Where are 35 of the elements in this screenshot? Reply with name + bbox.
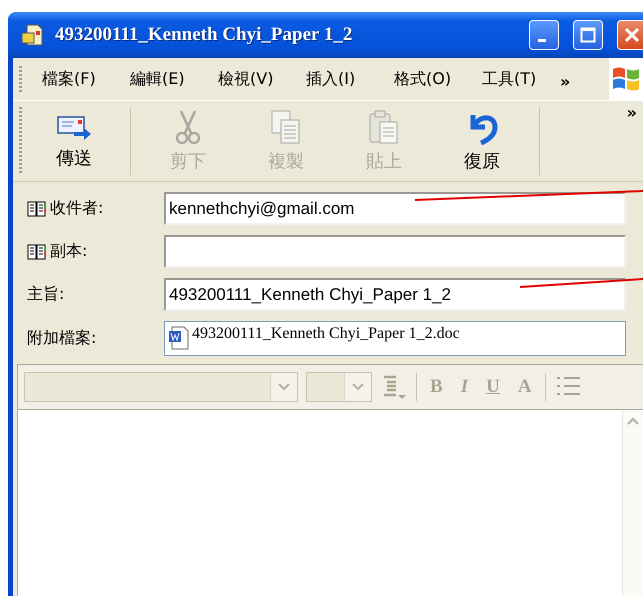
menu-item[interactable]: 編輯(E) <box>120 68 208 90</box>
close-icon <box>624 27 640 43</box>
field-label: 收件者: <box>50 198 104 219</box>
address-field[interactable]: kennethchyi@gmail.com <box>164 192 626 225</box>
maximize-icon <box>580 27 596 43</box>
address-book-icon[interactable] <box>27 200 47 218</box>
close-button[interactable] <box>617 20 643 50</box>
menu-item[interactable]: 格式(O) <box>384 68 472 90</box>
menu-overflow-chevron[interactable]: » <box>560 72 570 90</box>
toolbar-overflow-chevron[interactable]: » <box>620 103 643 181</box>
size-dropdown[interactable] <box>306 372 372 402</box>
maximize-button[interactable] <box>573 20 603 50</box>
window-title: 493200111_Kenneth Chyi_Paper 1_2 <box>55 24 354 46</box>
menu-item[interactable]: 插入(I) <box>296 68 384 90</box>
address-book-icon[interactable] <box>27 242 47 260</box>
clipboard-icon <box>368 109 400 145</box>
minimize-icon <box>538 38 546 42</box>
scissors-icon <box>173 109 203 145</box>
scrollbar[interactable] <box>622 410 643 596</box>
copy-pages-icon <box>270 109 302 145</box>
minimize-button[interactable] <box>529 20 559 50</box>
subject-field[interactable]: 493200111_Kenneth Chyi_Paper 1_2 <box>164 278 626 311</box>
field-label: 副本: <box>50 241 88 262</box>
address-field[interactable] <box>164 235 626 268</box>
toolbar-button[interactable]: 傳送 <box>26 101 122 181</box>
attachment-field[interactable]: 493200111_Kenneth Chyi_Paper 1_2.doc <box>164 321 626 356</box>
menu-item[interactable]: 檔案(F) <box>32 68 120 90</box>
chevron-down-icon[interactable] <box>352 383 364 391</box>
toolbar-button[interactable]: 復原 <box>433 101 531 181</box>
menu-item[interactable]: 工具(T) <box>472 68 560 90</box>
menu-item[interactable]: 檢視(V) <box>208 68 296 90</box>
field-label: 主旨: <box>27 284 64 305</box>
document-icon <box>168 325 190 351</box>
field-label: 附加檔案: <box>27 328 96 349</box>
attachment-filename[interactable]: 493200111_Kenneth Chyi_Paper 1_2.doc <box>192 325 460 343</box>
